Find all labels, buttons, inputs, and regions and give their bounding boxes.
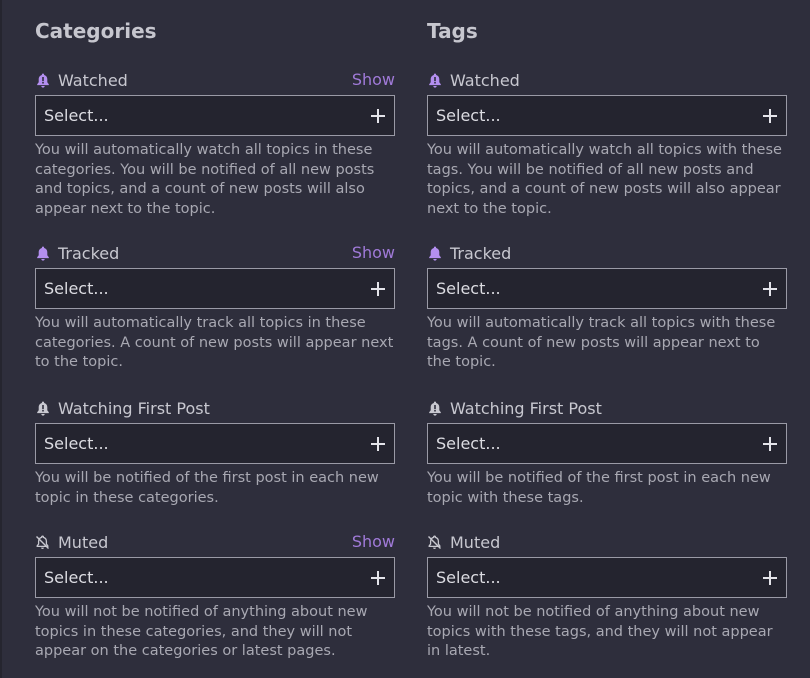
tags-watching-first-post-placeholder: Select...	[436, 434, 501, 453]
categories-tracked-label-row: Tracked Show	[35, 242, 395, 264]
tags-watched-label: Watched	[450, 70, 520, 90]
plus-icon[interactable]	[763, 436, 777, 451]
tags-watching-first-post-label: Watching First Post	[450, 398, 602, 418]
tags-watched-placeholder: Select...	[436, 106, 501, 125]
categories-muted-show-link[interactable]: Show	[352, 531, 395, 553]
tags-muted-select[interactable]: Select...	[427, 557, 787, 598]
categories-watched-placeholder: Select...	[44, 106, 109, 125]
categories-watching-first-post-select[interactable]: Select...	[35, 423, 395, 464]
tags-tracked-description: You will automatically track all topics …	[427, 315, 776, 371]
categories-muted-label-row: Muted Show	[35, 531, 395, 553]
plus-icon[interactable]	[371, 281, 385, 296]
categories-watched-group: Watched Show Select... You will automati…	[35, 69, 395, 220]
categories-tracked-group: Tracked Show Select... You will automati…	[35, 242, 395, 373]
categories-muted-placeholder: Select...	[44, 568, 109, 587]
categories-tracked-label: Tracked	[58, 243, 120, 263]
plus-icon[interactable]	[371, 436, 385, 451]
bell-slash-icon	[427, 535, 442, 550]
categories-watching-first-post-placeholder: Select...	[44, 434, 109, 453]
tags-watched-select[interactable]: Select...	[427, 95, 787, 136]
categories-watched-show-link[interactable]: Show	[352, 69, 395, 91]
categories-muted-description: You will not be notified of anything abo…	[35, 604, 368, 660]
plus-icon[interactable]	[763, 281, 777, 296]
categories-tracked-select[interactable]: Select...	[35, 268, 395, 309]
tags-tracked-select[interactable]: Select...	[427, 268, 787, 309]
categories-watched-label-row: Watched Show	[35, 69, 395, 91]
categories-muted-select[interactable]: Select...	[35, 557, 395, 598]
categories-watched-description: You will automatically watch all topics …	[35, 142, 375, 218]
tags-watching-first-post-group: Watching First Post Select... You will b…	[427, 397, 787, 508]
tags-tracked-group: Tracked Select... You will automatically…	[427, 242, 787, 373]
tags-muted-label: Muted	[450, 532, 501, 552]
tags-tracked-placeholder: Select...	[436, 279, 501, 298]
categories-tracked-description: You will automatically track all topics …	[35, 315, 394, 371]
tags-muted-description: You will not be notified of anything abo…	[427, 604, 773, 660]
bell-exclamation-icon	[427, 73, 442, 88]
tags-tracked-label-row: Tracked	[427, 242, 787, 264]
plus-icon[interactable]	[371, 108, 385, 123]
tags-tracked-label: Tracked	[450, 243, 512, 263]
categories-watching-first-post-label: Watching First Post	[58, 398, 210, 418]
categories-watching-first-post-description: You will be notified of the first post i…	[35, 470, 379, 506]
bell-icon	[35, 73, 50, 88]
categories-tracked-show-link[interactable]: Show	[352, 242, 395, 264]
left-border	[0, 0, 2, 678]
bell-slash-icon	[35, 535, 50, 550]
tags-watched-description: You will automatically watch all topics …	[427, 142, 782, 218]
categories-watched-label: Watched	[58, 70, 128, 90]
tags-muted-label-row: Muted	[427, 531, 787, 553]
plus-icon[interactable]	[763, 570, 777, 585]
plus-icon[interactable]	[763, 108, 777, 123]
plus-icon[interactable]	[371, 570, 385, 585]
categories-heading: Categories	[35, 19, 157, 43]
tags-muted-placeholder: Select...	[436, 568, 501, 587]
tags-watched-label-row: Watched	[427, 69, 787, 91]
bell-exclamation-icon	[427, 401, 442, 416]
tags-watching-first-post-label-row: Watching First Post	[427, 397, 787, 419]
bell-icon	[427, 246, 442, 261]
categories-muted-label: Muted	[58, 532, 109, 552]
categories-muted-group: Muted Show Select... You will not be not…	[35, 531, 395, 662]
tags-heading: Tags	[427, 19, 478, 43]
tags-watched-group: Watched Select... You will automatically…	[427, 69, 787, 220]
categories-tracked-placeholder: Select...	[44, 279, 109, 298]
categories-watching-first-post-group: Watching First Post Select... You will b…	[35, 397, 395, 508]
bell-exclamation-icon	[35, 401, 50, 416]
bell-icon	[35, 246, 50, 261]
categories-watched-select[interactable]: Select...	[35, 95, 395, 136]
categories-watching-first-post-label-row: Watching First Post	[35, 397, 395, 419]
tags-muted-group: Muted Select... You will not be notified…	[427, 531, 787, 662]
tags-watching-first-post-description: You will be notified of the first post i…	[427, 470, 771, 506]
tags-watching-first-post-select[interactable]: Select...	[427, 423, 787, 464]
